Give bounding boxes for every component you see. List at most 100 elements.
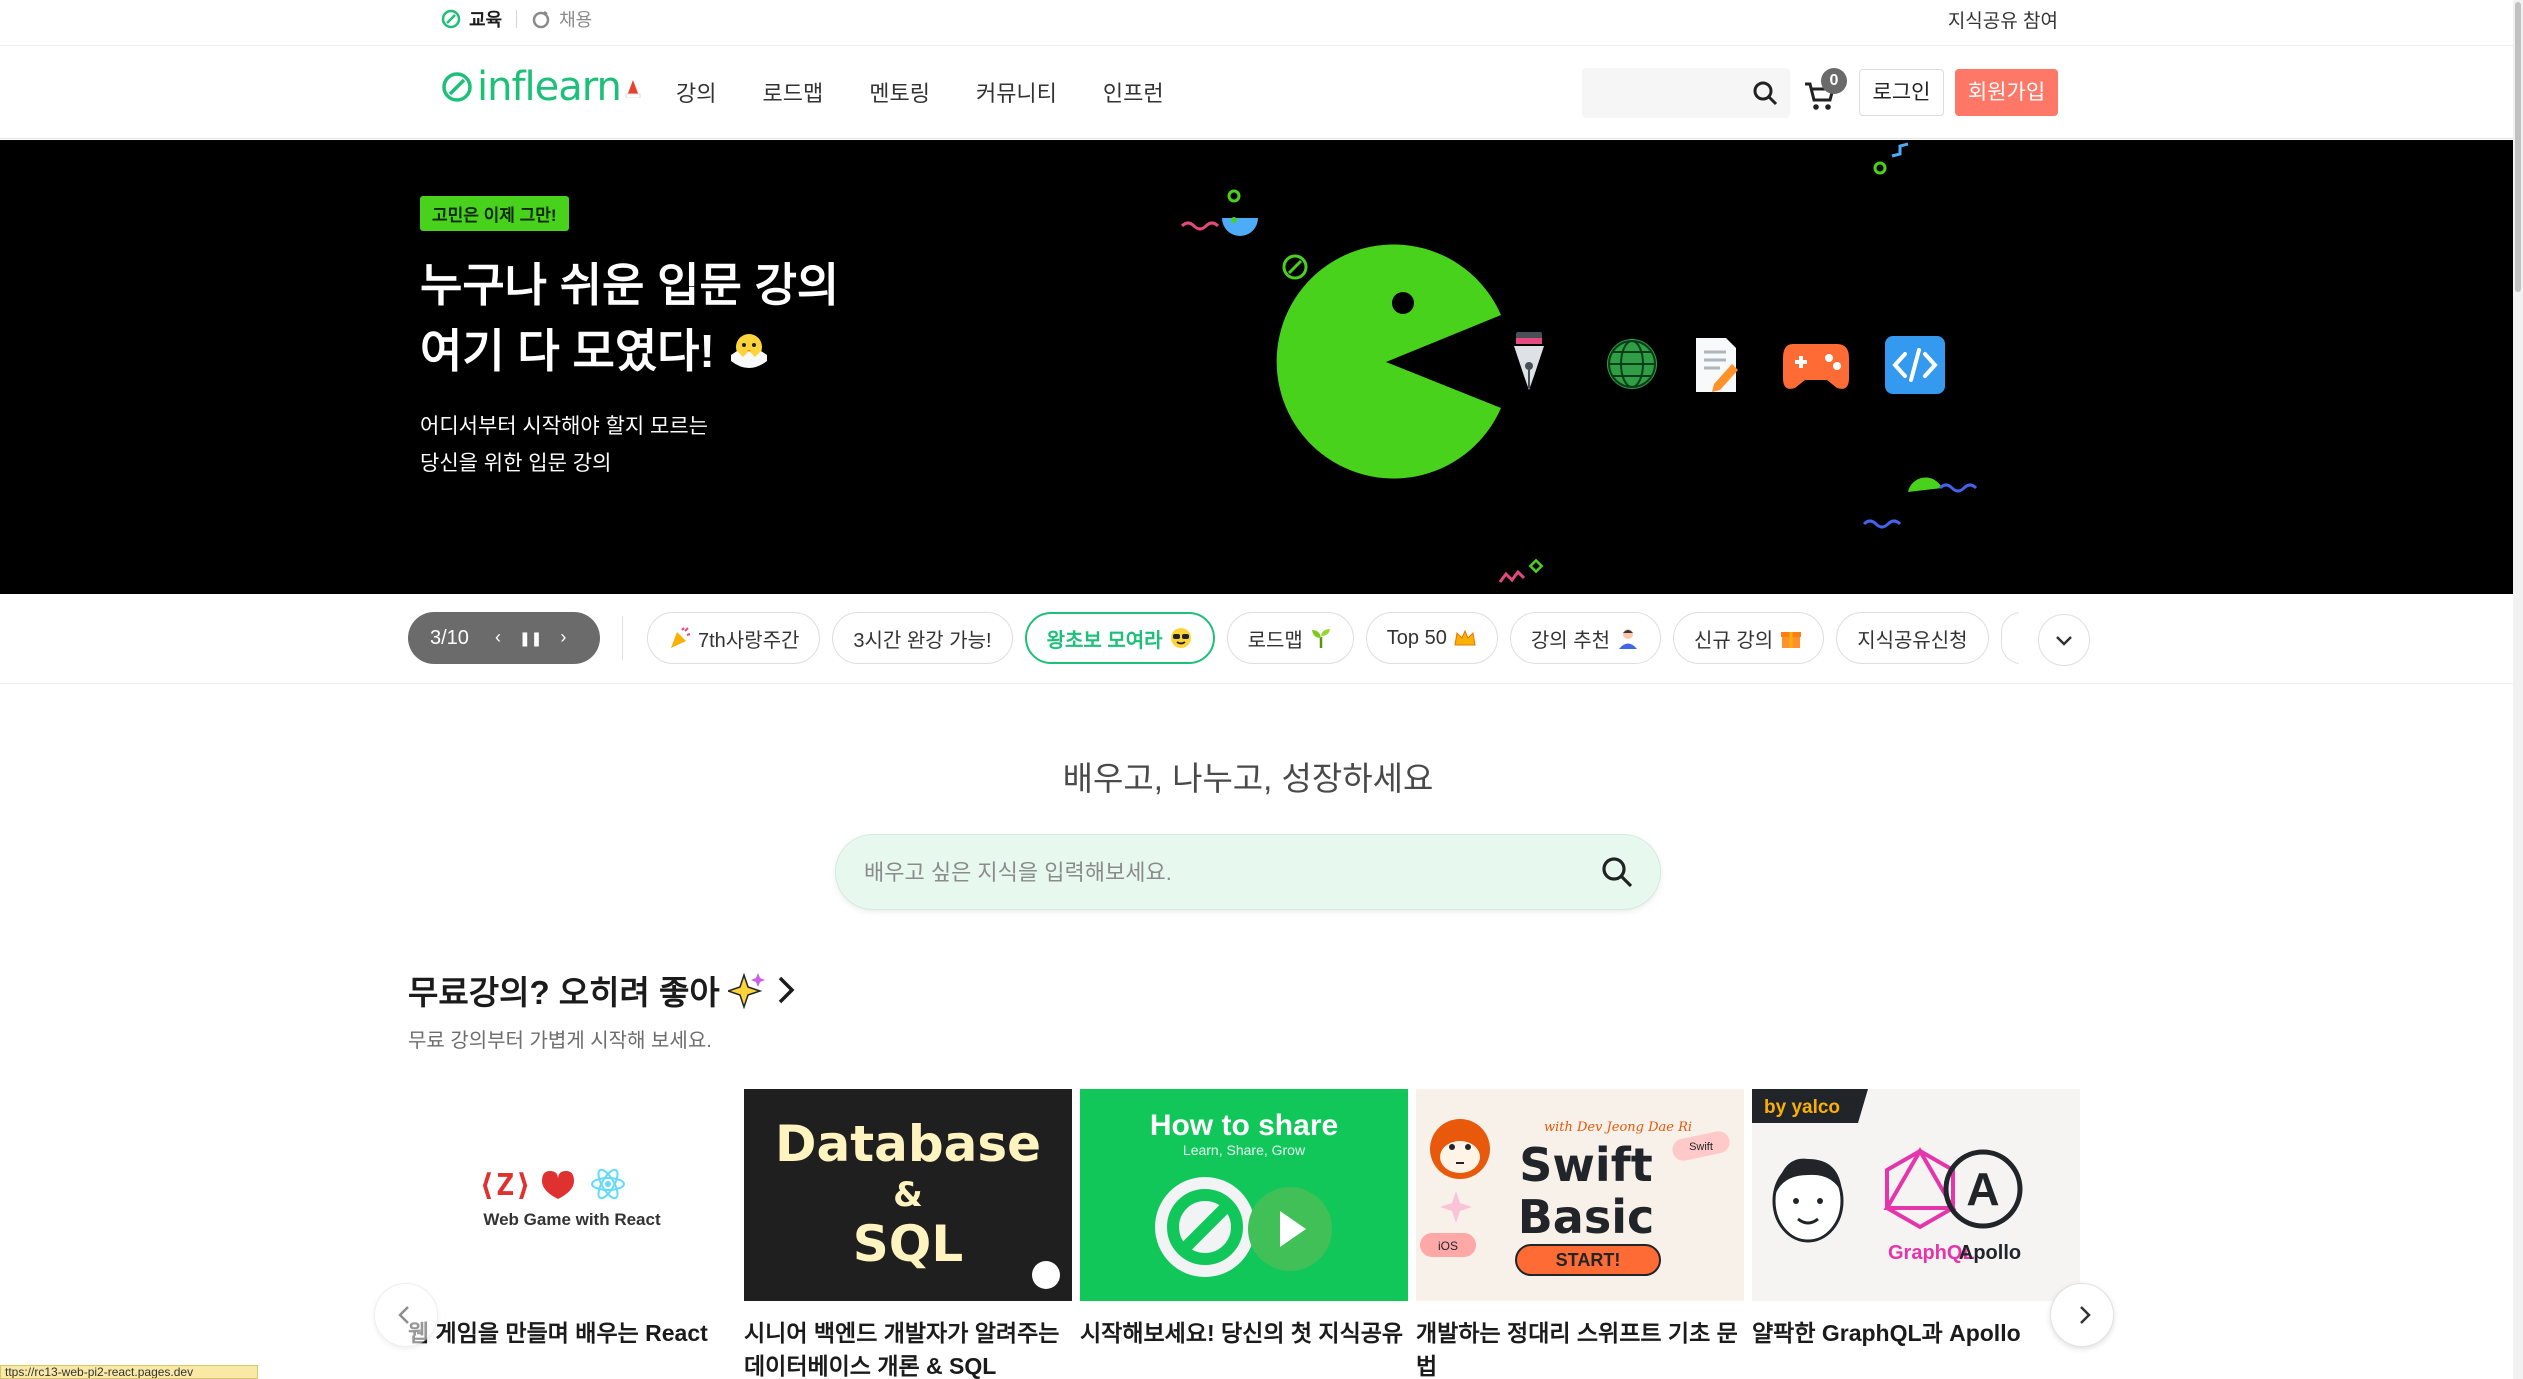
header-search-input[interactable] [1582, 68, 1790, 118]
chip-new[interactable]: 신규 강의 [1673, 612, 1825, 664]
util-edu-tab[interactable]: 교육 [441, 6, 502, 32]
main-search-input[interactable] [864, 855, 1564, 891]
thumb-line1: Database [775, 1115, 1041, 1173]
browser-status-url: ttps://rc13-web-pi2-react.pages.dev [0, 1365, 258, 1379]
code-icon [1885, 336, 1945, 394]
person-icon [1619, 629, 1638, 649]
pause-icon[interactable]: ❚❚ [519, 627, 542, 649]
signup-button[interactable]: 회원가입 [1955, 69, 2058, 116]
swift-basic-thumb: iOS with Dev Jeong Dae Ri Swift Swift Ba… [1420, 1119, 1730, 1276]
react-game-thumb: ⟨Z⟩ Web Game with React [478, 1168, 661, 1229]
chip-roadmap[interactable]: 로드맵 [1226, 612, 1354, 664]
inflearn-leaf-icon [441, 9, 461, 29]
main-nav: 강의 로드맵 멘토링 커뮤니티 인프런 [676, 76, 1164, 108]
crown-icon [1454, 629, 1476, 646]
section-title-link[interactable]: 무료강의? 오히려 좋아 [408, 966, 798, 1014]
search-icon[interactable] [1600, 855, 1634, 889]
thumb-line3: SQL [853, 1215, 963, 1273]
hero-tag: 고민은 이제 그만! [420, 196, 569, 231]
database-sql-thumb: Database & SQL [775, 1115, 1060, 1289]
nav-roadmap[interactable]: 로드맵 [762, 76, 823, 108]
thumb-small: with Dev Jeong Dae Ri [1544, 1120, 1692, 1135]
chip-love-week[interactable]: 7th사랑주간 [647, 612, 821, 664]
course-card[interactable]: iOS with Dev Jeong Dae Ri Swift Swift Ba… [1416, 1089, 1744, 1379]
sparkle-icon [727, 972, 765, 1009]
hatching-chick-icon [730, 334, 767, 368]
chip-overflow[interactable] [2000, 612, 2019, 664]
course-title: 시작해보세요! 당신의 첫 지식공유 [1080, 1320, 1404, 1346]
main-tagline: 배우고, 나누고, 성장하세요 [1062, 760, 1434, 797]
thumb-line2: & [893, 1175, 923, 1215]
share-join-link[interactable]: 지식공유 참여 [1948, 6, 2058, 33]
course-thumbnail: How to share Learn, Share, Grow [1080, 1089, 1408, 1301]
search-icon[interactable] [1752, 80, 1778, 106]
pacman-eye [1392, 292, 1414, 314]
chevron-down-icon [2056, 636, 2072, 646]
chip-label: 3시간 완강 가능! [853, 629, 992, 652]
chip-divider [622, 616, 623, 660]
page-scrollbar[interactable] [2513, 0, 2523, 1379]
chip-recommend[interactable]: 강의 추천 [1509, 612, 1662, 664]
document-edit-icon [1696, 338, 1738, 392]
section-title: 무료강의? 오히려 좋아 [408, 974, 720, 1011]
util-edu-label: 교육 [469, 10, 503, 30]
chip-top50[interactable]: Top 50 [1365, 612, 1498, 664]
nav-mentoring[interactable]: 멘토링 [869, 76, 930, 108]
santa-hat-icon [625, 80, 641, 98]
graphql-apollo-thumb: by yalco A GraphQL Apollo [1752, 1089, 2023, 1264]
login-button[interactable]: 로그인 [1859, 69, 1944, 116]
nav-community[interactable]: 커뮤니티 [976, 76, 1057, 108]
chip-label: Top 50 [1386, 626, 1447, 649]
course-title: 얄팍한 GraphQL과 Apollo [1752, 1320, 2021, 1346]
banner-page-indicator: 3/10 [430, 626, 469, 649]
nav-courses[interactable]: 강의 [676, 76, 716, 108]
hero-sub-line2: 당신을 위한 입문 강의 [420, 452, 612, 475]
chip-beginner[interactable]: 왕초보 모여라 [1024, 612, 1215, 664]
chip-label: 로드맵 [1247, 629, 1303, 652]
course-thumbnail: iOS with Dev Jeong Dae Ri Swift Swift Ba… [1416, 1089, 1744, 1301]
rally-icon [532, 10, 550, 29]
chip-label: 지식공유신청 [1857, 629, 1968, 652]
cool-face-icon [1170, 628, 1191, 648]
party-icon [671, 627, 691, 648]
hero-title: 누구나 쉬운 입문 강의 여기 다 모였다! [420, 252, 839, 384]
course-card[interactable]: ⟨Z⟩ Web Game with React 웹 게임을 만들며 배우는 Re… [408, 1089, 736, 1350]
chip-label: 7th사랑주간 [698, 629, 800, 652]
util-hire-tab[interactable]: 채용 [531, 6, 592, 32]
hero-sub-line1: 어디서부터 시작해야 할지 모르는 [420, 415, 708, 438]
logo-text: inflearn [477, 64, 622, 110]
thumb-text: Web Game with React [483, 1210, 661, 1229]
util-divider [516, 10, 518, 28]
pen-tool-icon [1514, 332, 1544, 390]
prev-banner-icon[interactable]: ‹ [495, 627, 501, 649]
chevron-left-icon [398, 1306, 409, 1324]
course-card[interactable]: Database & SQL 시니어 백엔드 개발자가 알려주는 데이터베이스 … [744, 1089, 1072, 1379]
carousel-prev-button[interactable] [374, 1283, 438, 1347]
course-thumbnail: ⟨Z⟩ Web Game with React [408, 1089, 736, 1301]
nav-inflearn[interactable]: 인프런 [1103, 76, 1164, 108]
svg-text:⟨Z⟩: ⟨Z⟩ [478, 1168, 532, 1203]
thumb-line2: Apollo [1959, 1242, 2021, 1264]
chip-3hour[interactable]: 3시간 완강 가능! [832, 612, 1013, 664]
course-title: 개발하는 정대리 스위프트 기초 문법 [1416, 1320, 1738, 1379]
cart-button[interactable]: 0 [1803, 68, 1847, 118]
sprout-icon [1311, 629, 1330, 648]
hero-title-line2: 여기 다 모였다! [420, 325, 715, 377]
page: 교육 채용 지식공유 참여 inflearn 강의 로드맵 멘토링 커뮤니티 인… [0, 0, 2523, 1379]
expand-chips-button[interactable] [2038, 614, 2090, 666]
thumb-tag2: iOS [1438, 1239, 1458, 1253]
course-card[interactable]: by yalco A GraphQL Apollo 얄팍한 GraphQL과 A… [1752, 1089, 2080, 1350]
logo-mark-icon [442, 72, 472, 102]
carousel-next-button[interactable] [2050, 1283, 2114, 1347]
chip-label: 왕초보 모여라 [1046, 629, 1163, 652]
hero-banner[interactable]: 고민은 이제 그만! 누구나 쉬운 입문 강의 여기 다 모였다! 어디서부터 … [0, 140, 2513, 594]
course-carousel: ⟨Z⟩ Web Game with React 웹 게임을 만들며 배우는 Re… [408, 1089, 2084, 1379]
course-card[interactable]: How to share Learn, Share, Grow 시작해보세요! … [1080, 1089, 1408, 1350]
next-banner-icon[interactable]: › [560, 627, 566, 649]
scrollbar-thumb[interactable] [2515, 2, 2521, 292]
chip-label: 강의 추천 [1530, 629, 1611, 652]
chip-list: 7th사랑주간 3시간 완강 가능! 왕초보 모여라 로드맵 Top 50 강의… [647, 612, 2019, 666]
main-search-box[interactable] [835, 834, 1661, 910]
inflearn-logo[interactable]: inflearn [441, 64, 641, 110]
chip-instructor-apply[interactable]: 지식공유신청 [1836, 612, 1989, 664]
